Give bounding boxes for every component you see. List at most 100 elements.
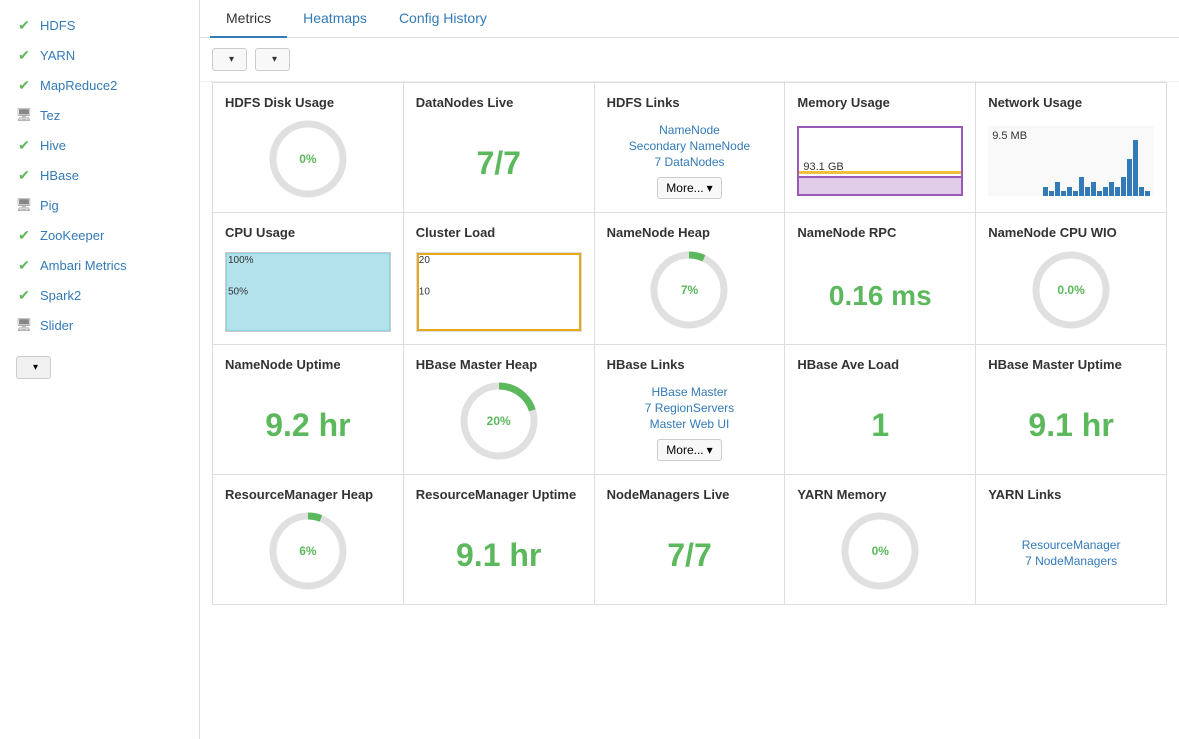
actions-button[interactable]: ▾	[16, 356, 51, 379]
metric-card-yarn-memory: YARN Memory0%	[785, 475, 976, 605]
link-secondary-namenode[interactable]: Secondary NameNode	[629, 139, 750, 153]
sidebar-item-yarn[interactable]: ✔YARN	[0, 40, 199, 70]
more-caret-icon: ▾	[707, 443, 713, 457]
metric-title-datanodes-live: DataNodes Live	[416, 95, 514, 110]
cluster-label-20: 20	[419, 255, 430, 266]
link-hbase-master[interactable]: HBase Master	[651, 385, 727, 399]
metric-title-yarn-links: YARN Links	[988, 487, 1061, 502]
sidebar-link-slider[interactable]: Slider	[40, 318, 73, 333]
gauge-namenode-heap: 7%	[649, 250, 729, 330]
monitor-icon: 🖥	[16, 107, 32, 123]
link-7-nodemanagers[interactable]: 7 NodeManagers	[1025, 554, 1117, 568]
value-hbase-ave-load: 1	[797, 407, 963, 444]
value-namenode-uptime: 9.2 hr	[225, 407, 391, 444]
toolbar: ▾ ▾	[200, 38, 1179, 82]
sidebar-link-ambari-metrics[interactable]: Ambari Metrics	[40, 258, 127, 273]
sidebar-item-zookeeper[interactable]: ✔ ZooKeeper	[0, 220, 199, 250]
sidebar-item-pig[interactable]: 🖥 Pig	[0, 190, 199, 220]
network-bar-4	[1067, 187, 1072, 196]
metric-card-cluster-load: Cluster Load 20 10	[404, 213, 595, 345]
metric-card-yarn-links: YARN Links ResourceManager 7 NodeManagers	[976, 475, 1167, 605]
network-bar-6	[1079, 177, 1084, 196]
metric-card-nodemanagers-live: NodeManagers Live7/7	[595, 475, 786, 605]
metric-title-hbase-master-heap: HBase Master Heap	[416, 357, 537, 372]
metric-actions-caret-icon: ▾	[229, 54, 234, 65]
network-bar-8	[1091, 182, 1096, 196]
metric-card-hbase-ave-load: HBase Ave Load1	[785, 345, 976, 475]
sidebar-link-hdfs[interactable]: HDFS	[40, 18, 75, 33]
sidebar-link-spark2[interactable]: Spark2	[40, 288, 81, 303]
metric-card-network-usage: Network Usage 9.5 MB	[976, 83, 1167, 213]
network-bar-5	[1073, 191, 1078, 196]
network-usage-chart: 9.5 MB	[988, 126, 1154, 196]
more-button-hbase-links[interactable]: More... ▾	[657, 439, 721, 461]
more-caret-icon: ▾	[707, 181, 713, 195]
sidebar-item-hbase[interactable]: ✔HBase	[0, 160, 199, 190]
sidebar-link-zookeeper[interactable]: ZooKeeper	[40, 228, 104, 243]
metric-card-hbase-links: HBase Links HBase Master 7 RegionServers Ma…	[595, 345, 786, 475]
sidebar-link-tez[interactable]: Tez	[40, 108, 60, 123]
metric-title-cluster-load: Cluster Load	[416, 225, 495, 240]
memory-bar-used	[799, 176, 961, 194]
cpu-label-50: 50%	[228, 287, 248, 298]
link-7-datanodes[interactable]: 7 DataNodes	[654, 155, 724, 169]
metric-title-namenode-uptime: NameNode Uptime	[225, 357, 341, 372]
metric-card-cpu-usage: CPU Usage 100% 50%	[213, 213, 404, 345]
metric-title-hdfs-links: HDFS Links	[607, 95, 680, 110]
tab-heatmaps[interactable]: Heatmaps	[287, 0, 383, 38]
sidebar-item-slider[interactable]: 🖥 Slider	[0, 310, 199, 340]
sidebar-link-hbase[interactable]: HBase	[40, 168, 79, 183]
metric-card-namenode-rpc: NameNode RPC0.16 ms	[785, 213, 976, 345]
metric-actions-button[interactable]: ▾	[212, 48, 247, 71]
metric-card-hdfs-links: HDFS Links NameNode Secondary NameNode 7 Da…	[595, 83, 786, 213]
link-namenode[interactable]: NameNode	[659, 123, 720, 137]
metric-title-namenode-cpu-wio: NameNode CPU WIO	[988, 225, 1117, 240]
value-resourcemanager-uptime: 9.1 hr	[416, 537, 582, 574]
check-icon: ✔	[16, 257, 32, 273]
sidebar-link-pig[interactable]: Pig	[40, 198, 59, 213]
tab-metrics[interactable]: Metrics	[210, 0, 287, 38]
value-hbase-master-uptime: 9.1 hr	[988, 407, 1154, 444]
sidebar-item-tez[interactable]: 🖥 Tez	[0, 100, 199, 130]
memory-usage-chart: 93.1 GB	[797, 126, 963, 196]
sidebar-item-spark2[interactable]: ✔Spark2	[0, 280, 199, 310]
network-bar-17	[1145, 191, 1150, 196]
metric-card-namenode-uptime: NameNode Uptime 9.2 hr	[213, 345, 404, 475]
metrics-grid: HDFS Disk Usage0%DataNodes Live7/7HDFS L…	[212, 82, 1167, 605]
last-hour-button[interactable]: ▾	[255, 48, 290, 71]
tabs-bar: MetricsHeatmapsConfig History	[200, 0, 1179, 38]
check-icon: ✔	[16, 17, 32, 33]
sidebar-link-yarn[interactable]: YARN	[40, 48, 75, 63]
link-7-regionservers[interactable]: 7 RegionServers	[645, 401, 734, 415]
last-hour-caret-icon: ▾	[272, 54, 277, 65]
sidebar-item-hdfs[interactable]: ✔ HDFS	[0, 10, 199, 40]
metric-title-resourcemanager-uptime: ResourceManager Uptime	[416, 487, 576, 502]
check-icon: ✔	[16, 227, 32, 243]
tab-config-history[interactable]: Config History	[383, 0, 503, 38]
metric-title-network-usage: Network Usage	[988, 95, 1082, 110]
network-bar-1	[1049, 191, 1054, 196]
metric-title-hbase-master-uptime: HBase Master Uptime	[988, 357, 1122, 372]
metric-title-hbase-links: HBase Links	[607, 357, 685, 372]
monitor-icon: 🖥	[16, 197, 32, 213]
monitor-icon: 🖥	[16, 317, 32, 333]
metrics-area: HDFS Disk Usage0%DataNodes Live7/7HDFS L…	[200, 82, 1179, 739]
sidebar-link-mapreduce2[interactable]: MapReduce2	[40, 78, 117, 93]
network-bar-3	[1061, 191, 1066, 196]
metric-title-yarn-memory: YARN Memory	[797, 487, 886, 502]
links-yarn-links: ResourceManager 7 NodeManagers	[988, 538, 1154, 568]
cpu-usage-chart: 100% 50%	[225, 252, 391, 332]
metric-card-memory-usage: Memory Usage 93.1 GB	[785, 83, 976, 213]
sidebar-item-ambari-metrics[interactable]: ✔ Ambari Metrics	[0, 250, 199, 280]
metric-card-hbase-master-heap: HBase Master Heap20%	[404, 345, 595, 475]
link-master-web-ui[interactable]: Master Web UI	[650, 417, 730, 431]
network-bar-15	[1133, 140, 1138, 196]
gauge-hdfs-disk-usage: 0%	[268, 119, 348, 199]
link-resourcemanager[interactable]: ResourceManager	[1022, 538, 1121, 552]
sidebar-link-hive[interactable]: Hive	[40, 138, 66, 153]
sidebar-item-hive[interactable]: ✔Hive	[0, 130, 199, 160]
sidebar-item-mapreduce2[interactable]: ✔MapReduce2	[0, 70, 199, 100]
sidebar-actions-container: ▾	[0, 344, 199, 391]
metric-card-resourcemanager-uptime: ResourceManager Uptime 9.1 hr	[404, 475, 595, 605]
more-button-hdfs-links[interactable]: More... ▾	[657, 177, 721, 199]
